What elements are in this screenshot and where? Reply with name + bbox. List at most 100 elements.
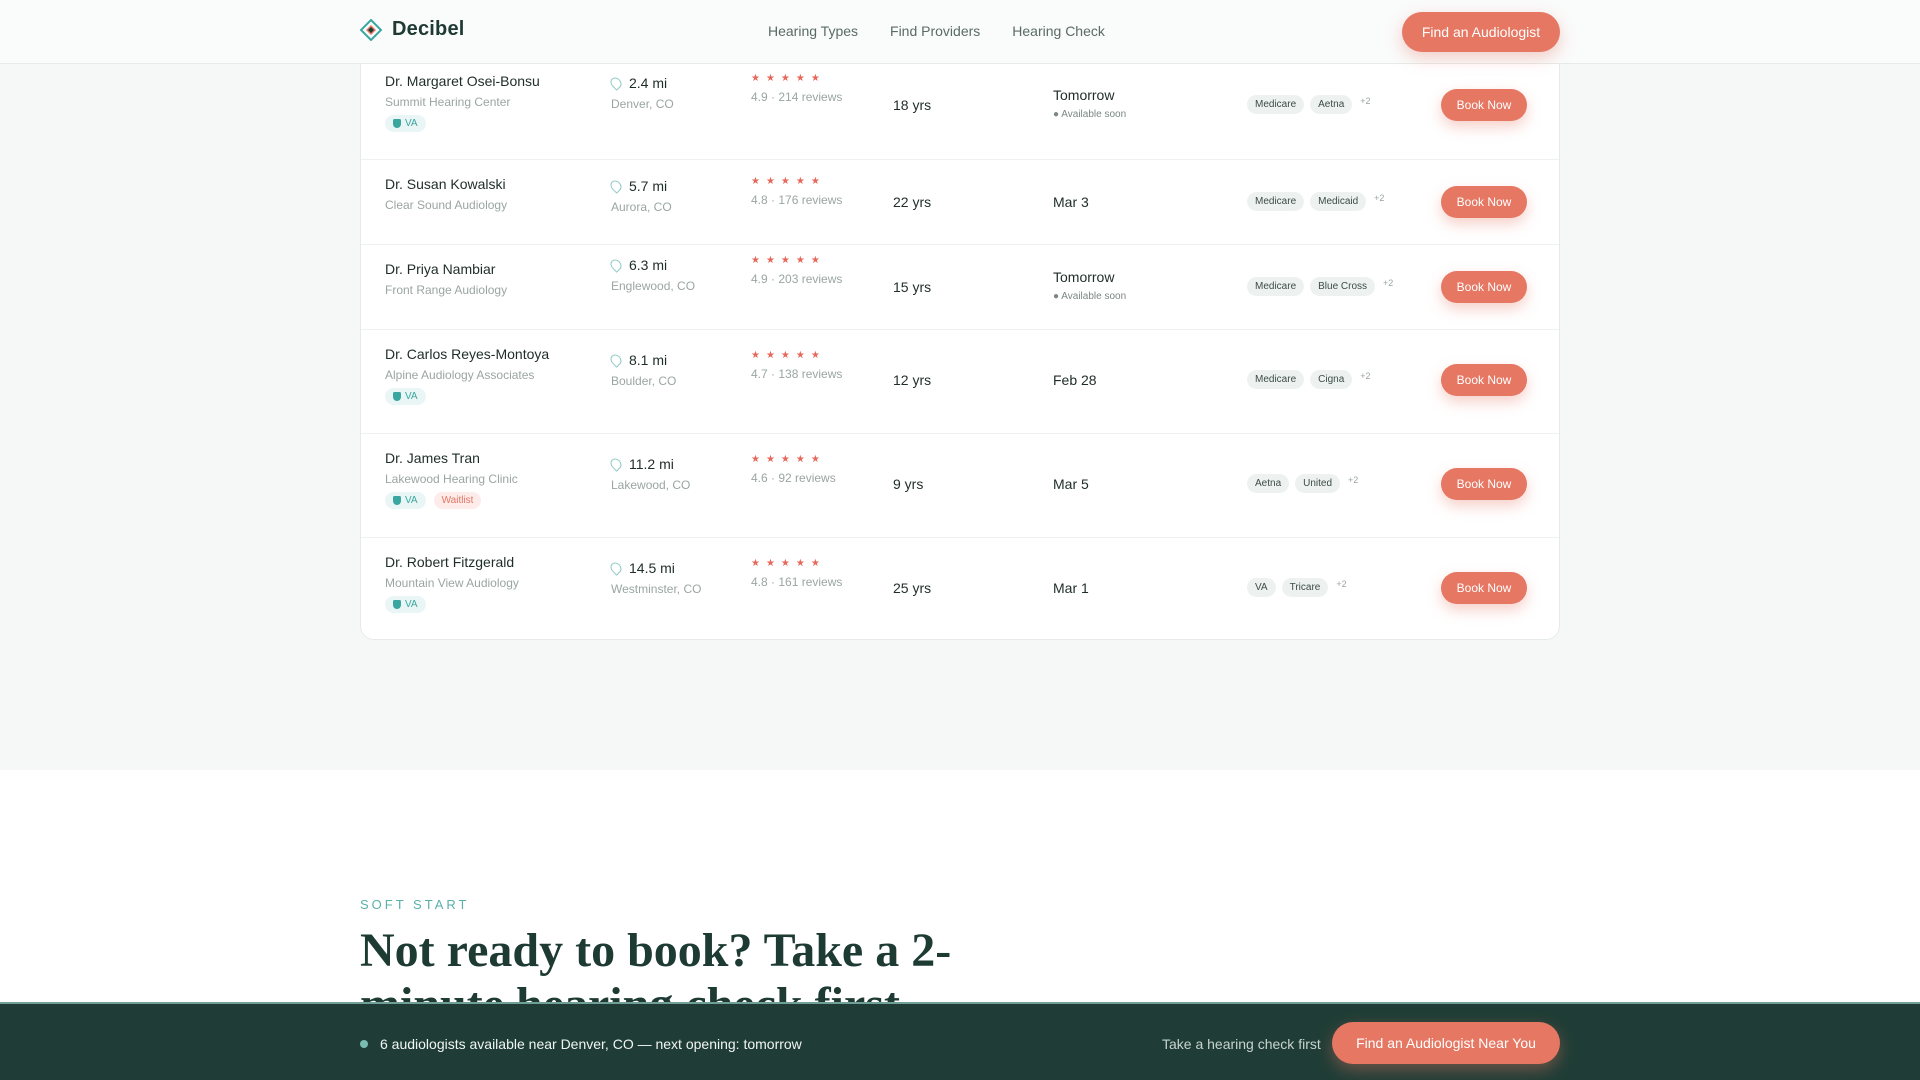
- clinic-name: Mountain View Audiology: [385, 576, 519, 590]
- star-rating-icon: ★★★★★: [751, 454, 826, 465]
- experience: 12 yrs: [893, 372, 932, 388]
- city: Denver, CO: [611, 97, 674, 111]
- provider-name[interactable]: Dr. Priya Nambiar: [385, 261, 507, 277]
- insurance-chip: Medicare: [1247, 95, 1305, 114]
- location-pin-icon: [608, 456, 624, 472]
- va-badge: VA: [385, 596, 426, 613]
- book-now-button[interactable]: Book Now: [1441, 89, 1527, 121]
- shield-icon: [393, 600, 401, 609]
- next-availability: Mar 1: [1053, 580, 1089, 596]
- book-now-button[interactable]: Book Now: [1441, 186, 1527, 218]
- location-pin-icon: [608, 352, 624, 368]
- city: Westminster, CO: [611, 582, 702, 596]
- provider-info: Dr. Susan Kowalski Clear Sound Audiology: [385, 176, 507, 212]
- clinic-name: Clear Sound Audiology: [385, 198, 508, 212]
- more-insurance-count[interactable]: +2: [1383, 278, 1393, 288]
- clinic-name: Lakewood Hearing Clinic: [385, 472, 518, 486]
- provider-row[interactable]: Dr. Carlos Reyes-Montoya Alpine Audiology…: [361, 330, 1559, 434]
- waitlist-badge: Waitlist: [433, 492, 482, 509]
- brand-name: Decibel: [392, 18, 465, 40]
- city: Lakewood, CO: [611, 478, 691, 492]
- location-pin-icon: [608, 178, 624, 194]
- provider-name[interactable]: Dr. Susan Kowalski: [385, 176, 507, 192]
- book-now-button[interactable]: Book Now: [1441, 364, 1527, 396]
- location-pin-icon: [608, 560, 624, 576]
- more-insurance-count[interactable]: +2: [1360, 96, 1370, 106]
- city: Boulder, CO: [611, 374, 677, 388]
- book-now-button[interactable]: Book Now: [1441, 468, 1527, 500]
- insurance-chip: United: [1295, 474, 1341, 493]
- more-insurance-count[interactable]: +2: [1348, 475, 1358, 485]
- distance-cell: 5.7 mi Aurora, CO: [608, 178, 672, 214]
- more-insurance-count[interactable]: +2: [1374, 193, 1384, 203]
- more-insurance-count[interactable]: +2: [1336, 579, 1346, 589]
- brand-logo[interactable]: Decibel: [360, 18, 465, 41]
- provider-name[interactable]: Dr. Robert Fitzgerald: [385, 554, 519, 570]
- more-insurance-count[interactable]: +2: [1360, 371, 1370, 381]
- status-dot-icon: [360, 1040, 368, 1048]
- provider-info: Dr. Carlos Reyes-Montoya Alpine Audiology…: [385, 346, 549, 405]
- insurance-chip: Medicare: [1247, 277, 1305, 296]
- insurance-chip: Medicaid: [1310, 192, 1367, 211]
- experience: 9 yrs: [893, 476, 924, 492]
- insurance-chip: Aetna: [1247, 474, 1290, 493]
- provider-name[interactable]: Dr. Margaret Osei-Bonsu: [385, 73, 540, 89]
- site-header: Decibel Hearing Types Find Providers Hea…: [0, 0, 1920, 64]
- insurance-list: Medicare Aetna +2: [1247, 95, 1371, 114]
- nav-hearing-check[interactable]: Hearing Check: [1012, 23, 1105, 39]
- experience: 22 yrs: [893, 194, 932, 210]
- insurance-chip: Medicare: [1247, 192, 1305, 211]
- insurance-list: VA Tricare +2: [1247, 578, 1347, 597]
- book-now-button[interactable]: Book Now: [1441, 572, 1527, 604]
- distance-cell: 11.2 mi Lakewood, CO: [608, 456, 691, 492]
- provider-table: Dr. Margaret Osei-Bonsu Summit Hearing Ce…: [360, 50, 1560, 640]
- rating-cell: ★★★★★ 4.8 · 161 reviews: [751, 558, 842, 589]
- clinic-name: Front Range Audiology: [385, 283, 508, 297]
- star-rating-icon: ★★★★★: [751, 255, 826, 266]
- distance-cell: 8.1 mi Boulder, CO: [608, 352, 677, 388]
- next-date: Mar 3: [1053, 194, 1089, 210]
- city: Aurora, CO: [611, 200, 672, 214]
- distance-cell: 6.3 mi Englewood, CO: [608, 257, 695, 293]
- rating-cell: ★★★★★ 4.6 · 92 reviews: [751, 454, 836, 485]
- experience: 15 yrs: [893, 279, 932, 295]
- next-availability: Feb 28: [1053, 372, 1097, 388]
- va-badge: VA: [385, 388, 426, 405]
- provider-badges: VA: [385, 596, 519, 613]
- clinic-name: Alpine Audiology Associates: [385, 368, 535, 382]
- provider-row[interactable]: Dr. Margaret Osei-Bonsu Summit Hearing Ce…: [361, 51, 1559, 160]
- provider-row[interactable]: Dr. Robert Fitzgerald Mountain View Audio…: [361, 538, 1559, 641]
- find-audiologist-near-you-button[interactable]: Find an Audiologist Near You: [1332, 1022, 1560, 1064]
- next-availability: Tomorrow ● Available soon: [1053, 87, 1126, 120]
- distance-cell: 2.4 mi Denver, CO: [608, 75, 674, 111]
- star-rating-icon: ★★★★★: [751, 73, 826, 84]
- distance-cell: 14.5 mi Westminster, CO: [608, 560, 702, 596]
- rating-cell: ★★★★★ 4.7 · 138 reviews: [751, 350, 842, 381]
- experience: 18 yrs: [893, 97, 932, 113]
- distance-value: 8.1 mi: [629, 352, 668, 368]
- insurance-chip: Tricare: [1281, 578, 1329, 597]
- insurance-list: Medicare Blue Cross +2: [1247, 277, 1393, 296]
- star-rating-icon: ★★★★★: [751, 176, 826, 187]
- nav-find-providers[interactable]: Find Providers: [890, 23, 980, 39]
- provider-info: Dr. Robert Fitzgerald Mountain View Audio…: [385, 554, 519, 613]
- provider-name[interactable]: Dr. Carlos Reyes-Montoya: [385, 346, 549, 362]
- shield-icon: [393, 119, 401, 128]
- provider-row[interactable]: Dr. Susan Kowalski Clear Sound Audiology 5…: [361, 160, 1559, 245]
- provider-row[interactable]: Dr. James Tran Lakewood Hearing Clinic VA W…: [361, 434, 1559, 538]
- find-audiologist-button[interactable]: Find an Audiologist: [1402, 12, 1560, 52]
- provider-name[interactable]: Dr. James Tran: [385, 450, 518, 466]
- next-date: Tomorrow: [1053, 87, 1115, 103]
- distance-value: 2.4 mi: [629, 75, 668, 91]
- insurance-chip: Blue Cross: [1310, 277, 1376, 296]
- next-date: Feb 28: [1053, 372, 1097, 388]
- rating-cell: ★★★★★ 4.9 · 214 reviews: [751, 73, 842, 104]
- hearing-check-link[interactable]: Take a hearing check first: [1162, 1036, 1321, 1052]
- rating-cell: ★★★★★ 4.9 · 203 reviews: [751, 255, 842, 286]
- provider-row[interactable]: Dr. Priya Nambiar Front Range Audiology 6.…: [361, 245, 1559, 330]
- book-now-button[interactable]: Book Now: [1441, 271, 1527, 303]
- nav-hearing-types[interactable]: Hearing Types: [768, 23, 858, 39]
- review-count: 4.9 · 214 reviews: [751, 90, 843, 104]
- insurance-chip: Cigna: [1310, 370, 1353, 389]
- location-pin-icon: [608, 257, 624, 273]
